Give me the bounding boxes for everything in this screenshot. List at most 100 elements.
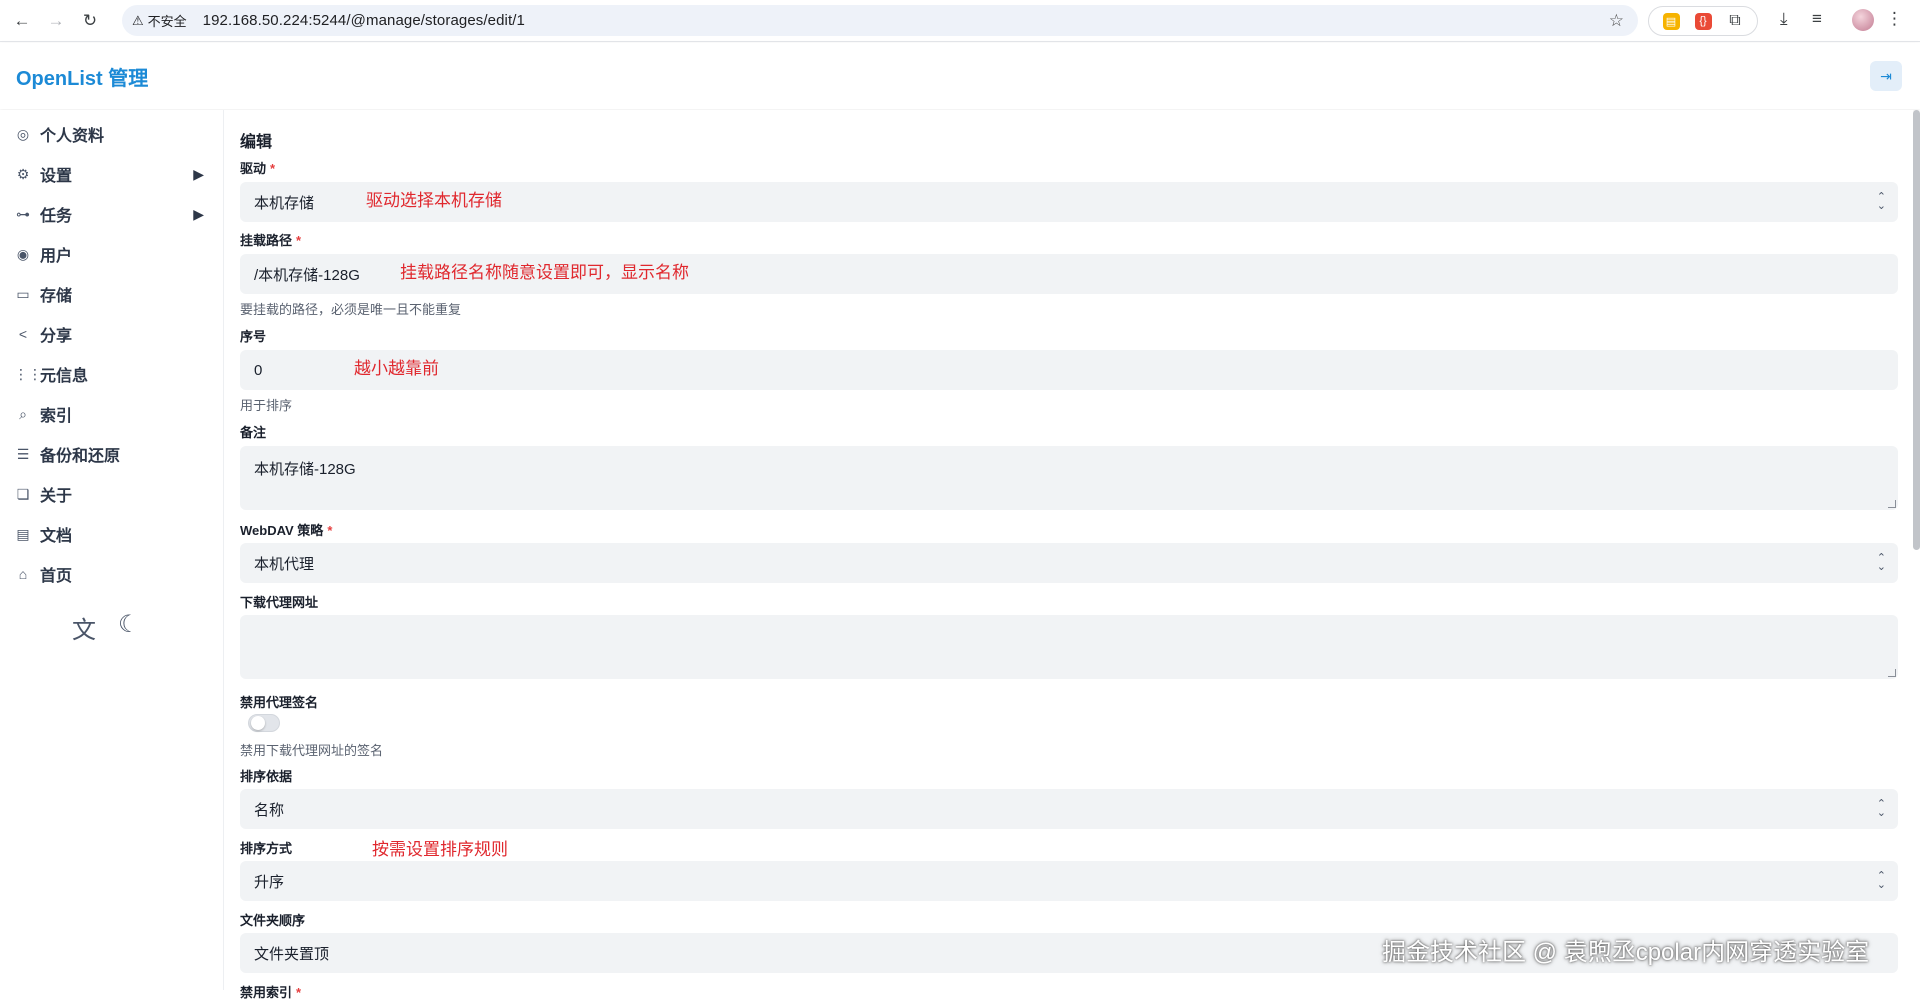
order-by-value: 名称 bbox=[254, 801, 285, 819]
about-icon: ❏ bbox=[16, 485, 30, 502]
search-icon: ⌕ bbox=[19, 405, 27, 422]
bookmark-star-icon[interactable]: ☆ bbox=[1609, 11, 1624, 31]
sidebar-item-about[interactable]: ❏ 关于 bbox=[0, 474, 224, 514]
sidebar-item-label: 关于 bbox=[40, 488, 73, 505]
remark-textarea[interactable]: 本机存储-128G bbox=[240, 446, 1898, 510]
disable-proxy-sign-toggle[interactable] bbox=[248, 714, 280, 732]
extension-json-icon[interactable]: {} bbox=[1694, 12, 1712, 30]
expand-caret-icon[interactable]: ▶ bbox=[193, 206, 204, 223]
select-chevron-icon: ⌃ ⌄ bbox=[1876, 191, 1886, 212]
browser-toolbar: ← → ↻ ⚠ 不安全 192.168.50.224:5244/@manage/… bbox=[0, 0, 1920, 42]
sidebar-item-users[interactable]: ◉ 用户 bbox=[0, 234, 224, 274]
webdav-policy-label: WebDAV 策略 * bbox=[240, 520, 332, 539]
sidebar: ◎ 个人资料 ⚙ 设置 ▶ ⊶ 任务 ▶ ◉ 用户 ▭ 存储 < 分享 ⋮⋮ 元… bbox=[0, 110, 224, 990]
address-bar[interactable]: ⚠ 不安全 192.168.50.224:5244/@manage/storag… bbox=[122, 5, 1638, 36]
annotation-driver: 驱动选择本机存储 bbox=[366, 191, 502, 210]
order-direction-value: 升序 bbox=[254, 873, 285, 891]
order-input[interactable]: 0 bbox=[240, 350, 1898, 390]
app-header: OpenList 管理 ⇥ bbox=[0, 43, 1920, 109]
meta-icon: ⋮⋮ bbox=[14, 365, 42, 382]
folder-order-value: 文件夹置顶 bbox=[254, 945, 330, 963]
remark-value: 本机存储-128G bbox=[254, 461, 356, 478]
back-icon[interactable]: ← bbox=[10, 9, 34, 33]
logout-icon: ⇥ bbox=[1880, 67, 1892, 84]
extension-notes-icon[interactable]: ▤ bbox=[1662, 12, 1680, 30]
sidebar-item-profile[interactable]: ◎ 个人资料 bbox=[0, 114, 224, 154]
driver-label-text: 驱动 bbox=[240, 161, 267, 176]
driver-value: 本机存储 bbox=[254, 194, 315, 212]
annotation-order: 越小越靠前 bbox=[354, 359, 439, 378]
mount-path-label-text: 挂载路径 bbox=[240, 233, 293, 248]
resize-handle-icon[interactable] bbox=[1888, 669, 1896, 677]
disable-proxy-sign-label: 禁用代理签名 bbox=[240, 692, 318, 711]
sidebar-item-label: 个人资料 bbox=[40, 128, 105, 145]
expand-caret-icon[interactable]: ▶ bbox=[193, 166, 204, 183]
gear-icon: ⚙ bbox=[16, 165, 30, 182]
webdav-policy-value: 本机代理 bbox=[254, 555, 315, 573]
media-controls-icon[interactable]: ≡ bbox=[1812, 9, 1822, 29]
annotation-order-direction: 按需设置排序规则 bbox=[372, 840, 508, 859]
download-proxy-url-label-text: 下载代理网址 bbox=[240, 595, 319, 610]
order-direction-label: 排序方式 bbox=[240, 838, 292, 857]
download-proxy-url-label: 下载代理网址 bbox=[240, 592, 318, 611]
share-icon: < bbox=[18, 326, 28, 342]
disable-proxy-sign-help: 禁用下载代理网址的签名 bbox=[240, 743, 384, 758]
order-by-select[interactable]: 名称 ⌃ ⌄ bbox=[240, 789, 1898, 829]
toggle-knob bbox=[251, 716, 265, 730]
mount-path-help: 要挂载的路径，必须是唯一且不能重复 bbox=[240, 302, 462, 317]
sidebar-item-label: 首页 bbox=[40, 568, 73, 585]
mount-path-value: /本机存储-128G bbox=[254, 266, 360, 284]
sidebar-item-label: 任务 bbox=[40, 208, 73, 225]
order-by-label: 排序依据 bbox=[240, 766, 292, 785]
security-label: 不安全 bbox=[147, 14, 187, 29]
language-icon[interactable]: 文 bbox=[72, 610, 96, 645]
webdav-policy-label-text: WebDAV 策略 bbox=[240, 523, 324, 538]
webdav-policy-select[interactable]: 本机代理 ⌃ ⌄ bbox=[240, 543, 1898, 583]
sidebar-item-settings[interactable]: ⚙ 设置 ▶ bbox=[0, 154, 224, 194]
page-title: 编辑 bbox=[240, 134, 273, 151]
sidebar-item-docs[interactable]: ▤ 文档 bbox=[0, 514, 224, 554]
sidebar-item-indexes[interactable]: ⌕ 索引 bbox=[0, 394, 224, 434]
sidebar-item-label: 分享 bbox=[40, 328, 73, 345]
watermark: 掘金技术社区 @ 袁煦丞cpolar内网穿透实验室 bbox=[1382, 939, 1870, 966]
disable-index-label: 禁用索引 * bbox=[240, 982, 301, 1001]
extensions-puzzle-icon[interactable]: ⧉ bbox=[1727, 12, 1744, 30]
required-mark: * bbox=[327, 523, 333, 538]
storage-edit-form: 编辑 驱动 * 本机存储 ⌃ ⌄ 驱动选择本机存储 挂载路径 * /本机存储-128G… bbox=[224, 110, 1913, 1000]
sidebar-item-backup-restore[interactable]: ☰ 备份和还原 bbox=[0, 434, 224, 474]
page-scrollbar[interactable] bbox=[1913, 110, 1920, 550]
sidebar-item-tasks[interactable]: ⊶ 任务 ▶ bbox=[0, 194, 224, 234]
sidebar-item-label: 存储 bbox=[40, 288, 73, 305]
folder-order-label: 文件夹顺序 bbox=[240, 910, 305, 929]
download-icon[interactable]: ⤓ bbox=[1780, 9, 1788, 29]
required-mark: * bbox=[296, 985, 302, 1000]
sidebar-item-label: 备份和还原 bbox=[40, 448, 121, 465]
sidebar-item-share[interactable]: < 分享 bbox=[0, 314, 224, 354]
sidebar-item-label: 文档 bbox=[40, 528, 73, 545]
reload-icon[interactable]: ↻ bbox=[78, 9, 102, 33]
mount-path-label: 挂载路径 * bbox=[240, 230, 301, 249]
sidebar-item-meta[interactable]: ⋮⋮ 元信息 bbox=[0, 354, 224, 394]
profile-avatar[interactable] bbox=[1852, 9, 1874, 31]
forward-icon[interactable]: → bbox=[44, 9, 68, 33]
sidebar-item-home[interactable]: ⌂ 首页 bbox=[0, 554, 224, 594]
order-value: 0 bbox=[254, 361, 263, 379]
sidebar-item-storages[interactable]: ▭ 存储 bbox=[0, 274, 224, 314]
required-mark: * bbox=[270, 161, 276, 176]
browser-menu-icon[interactable]: ⋮ bbox=[1886, 9, 1903, 29]
download-proxy-url-textarea[interactable] bbox=[240, 615, 1898, 679]
sidebar-tools: 文 ☾ bbox=[72, 610, 140, 645]
select-chevron-icon: ⌃ ⌄ bbox=[1876, 870, 1886, 891]
app-brand[interactable]: OpenList 管理 bbox=[16, 62, 148, 91]
database-icon: ☰ bbox=[16, 445, 30, 462]
logout-button[interactable]: ⇥ bbox=[1870, 61, 1902, 91]
order-direction-select[interactable]: 升序 ⌃ ⌄ bbox=[240, 861, 1898, 901]
sidebar-item-label: 索引 bbox=[40, 408, 73, 425]
url-text[interactable]: 192.168.50.224:5244/@manage/storages/edi… bbox=[203, 12, 525, 29]
dark-mode-moon-icon[interactable]: ☾ bbox=[118, 610, 140, 645]
order-help: 用于排序 bbox=[240, 398, 293, 413]
sidebar-item-label: 用户 bbox=[40, 248, 73, 265]
security-chip[interactable]: ⚠ 不安全 bbox=[132, 11, 187, 30]
resize-handle-icon[interactable] bbox=[1888, 500, 1896, 508]
home-icon: ⌂ bbox=[18, 566, 28, 582]
